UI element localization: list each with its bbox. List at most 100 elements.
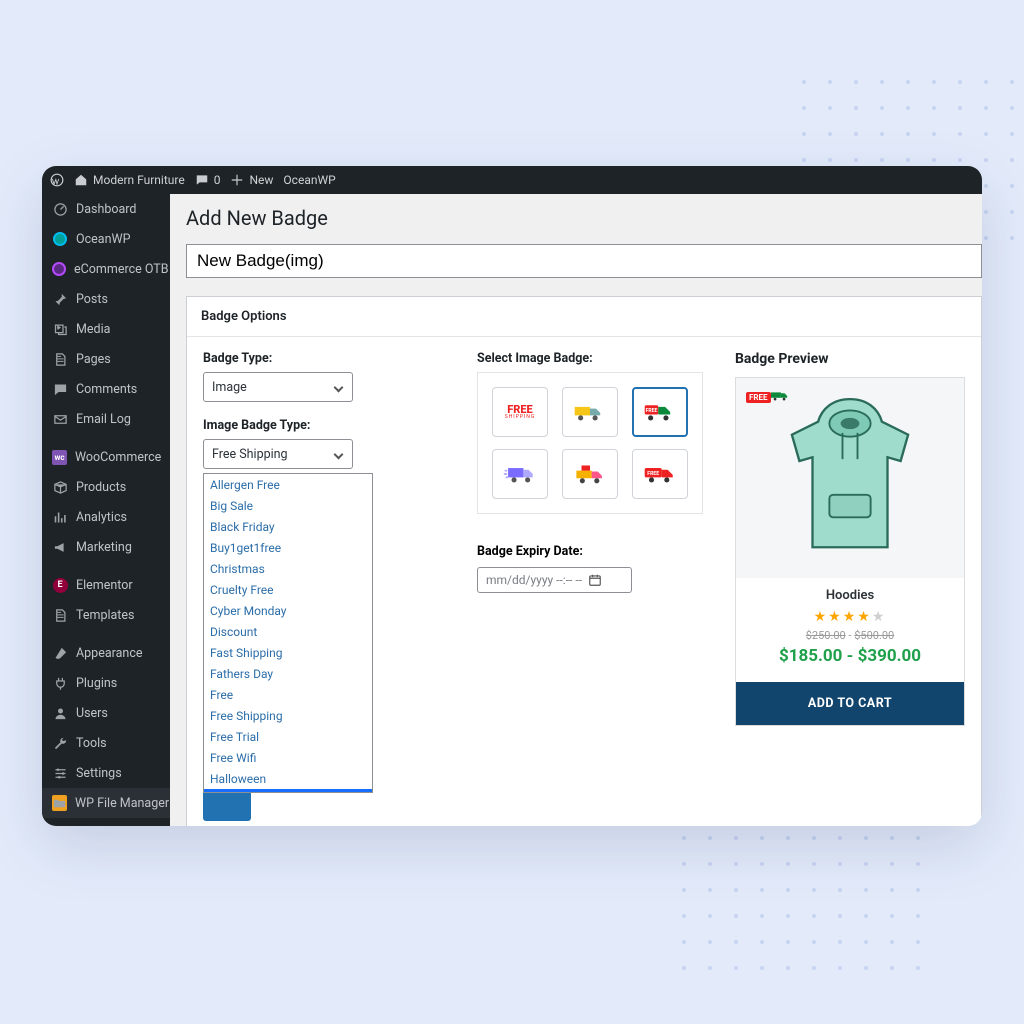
mail-icon <box>52 411 68 427</box>
dot-pattern-bottom <box>682 810 924 974</box>
sidebar-item-ecommerce-otb[interactable]: eCommerce OTB <box>42 254 170 284</box>
new-link[interactable]: New <box>230 173 273 187</box>
sidebar-item-label: Email Log <box>76 412 131 427</box>
sidebar-item-collapse-menu[interactable]: Collapse menu <box>42 818 170 826</box>
chevron-down-icon <box>334 382 344 392</box>
badge-image-option[interactable]: FREE <box>632 449 688 499</box>
sliders-icon <box>52 765 68 781</box>
badge-image-option[interactable]: FREE <box>632 387 688 437</box>
sidebar-item-wp-file-manager[interactable]: WP File Manager <box>42 788 170 818</box>
comments-link[interactable]: 0 <box>195 173 221 187</box>
elem-icon: E <box>52 577 68 593</box>
sidebar-item-label: Pages <box>76 352 111 367</box>
page-icon <box>52 607 68 623</box>
sidebar-item-elementor[interactable]: EElementor <box>42 570 170 600</box>
sidebar-item-templates[interactable]: Templates <box>42 600 170 630</box>
sidebar-item-products[interactable]: Products <box>42 472 170 502</box>
sidebar-item-tools[interactable]: Tools <box>42 728 170 758</box>
badge-type-select[interactable]: Image <box>203 372 353 402</box>
badge-image-option[interactable] <box>562 449 618 499</box>
sidebar-item-email-log[interactable]: Email Log <box>42 404 170 434</box>
expiry-label: Badge Expiry Date: <box>477 544 583 559</box>
comments-count: 0 <box>214 173 221 187</box>
badge-image-option[interactable] <box>562 387 618 437</box>
wc-icon: wc <box>52 449 67 465</box>
image-badge-type-select[interactable]: Free Shipping <box>203 439 353 469</box>
save-button[interactable] <box>203 789 251 821</box>
dropdown-option[interactable]: Free <box>204 684 372 705</box>
sidebar-item-settings[interactable]: Settings <box>42 758 170 788</box>
dropdown-option[interactable]: Discount <box>204 621 372 642</box>
dropdown-option[interactable]: Free Shipping <box>204 705 372 726</box>
badge-image-option[interactable]: FREESHIPPING <box>492 387 548 437</box>
expiry-date-input[interactable]: mm/dd/yyyy --:-- -- <box>477 567 632 593</box>
wp-logo-icon[interactable] <box>50 173 64 187</box>
image-badge-type-label: Image Badge Type: <box>203 418 453 433</box>
folder-icon <box>52 795 67 811</box>
svg-text:FREE: FREE <box>646 408 658 414</box>
chart-icon <box>52 509 68 525</box>
site-name-label: Modern Furniture <box>93 173 185 187</box>
sidebar-item-oceanwp[interactable]: OceanWP <box>42 224 170 254</box>
media-icon <box>52 321 68 337</box>
sidebar-item-users[interactable]: Users <box>42 698 170 728</box>
dropdown-option[interactable]: Fast Shipping <box>204 642 372 663</box>
dropdown-option[interactable]: Halloween <box>204 768 372 789</box>
sidebar-item-label: Products <box>76 480 126 495</box>
svg-text:FREE: FREE <box>647 471 659 477</box>
dropdown-option[interactable]: Free Wifi <box>204 747 372 768</box>
badge-type-label: Badge Type: <box>203 351 453 366</box>
sidebar-item-comments[interactable]: Comments <box>42 374 170 404</box>
sidebar-item-label: Users <box>76 706 108 721</box>
admin-sidebar: DashboardOceanWP eCommerce OTB PostsMedia P… <box>42 194 170 826</box>
sidebar-item-pages[interactable]: Pages <box>42 344 170 374</box>
dropdown-option[interactable]: Black Friday <box>204 516 372 537</box>
theme-link[interactable]: OceanWP <box>283 173 335 187</box>
sidebar-item-label: Appearance <box>76 646 143 661</box>
sidebar-item-label: Templates <box>76 608 134 623</box>
dropdown-option[interactable]: Buy1get1free <box>204 537 372 558</box>
star-icon: ★ <box>857 609 872 625</box>
star-icon: ★ <box>814 609 829 625</box>
sidebar-item-label: Comments <box>76 382 137 397</box>
user-icon <box>52 705 68 721</box>
image-badge-type-dropdown[interactable]: Allergen FreeBig SaleBlack FridayBuy1get… <box>203 473 373 793</box>
dropdown-option[interactable]: Free Trial <box>204 726 372 747</box>
pin-icon <box>52 291 68 307</box>
panel-heading: Badge Options <box>187 297 981 337</box>
site-name-link[interactable]: Modern Furniture <box>74 173 185 187</box>
preview-image-area: FREE <box>736 378 964 578</box>
ocean-icon <box>52 231 68 247</box>
dropdown-option[interactable]: Fathers Day <box>204 663 372 684</box>
dropdown-option[interactable]: Cruelty Free <box>204 579 372 600</box>
sidebar-item-label: WP File Manager <box>75 796 169 811</box>
sidebar-item-appearance[interactable]: Appearance <box>42 638 170 668</box>
admin-window: Modern Furniture 0 New OceanWP Dashboard… <box>42 166 982 826</box>
badge-title-input[interactable] <box>186 244 982 278</box>
sidebar-item-woocommerce[interactable]: wcWooCommerce <box>42 442 170 472</box>
content-area: Add New Badge Badge Options Badge Type: … <box>170 194 982 826</box>
sidebar-item-analytics[interactable]: Analytics <box>42 502 170 532</box>
badge-image-option[interactable] <box>492 449 548 499</box>
sidebar-item-plugins[interactable]: Plugins <box>42 668 170 698</box>
sidebar-item-dashboard[interactable]: Dashboard <box>42 194 170 224</box>
preview-badge-text: FREE <box>746 392 771 403</box>
sidebar-item-media[interactable]: Media <box>42 314 170 344</box>
ring-icon <box>52 261 66 277</box>
product-name: Hoodies <box>742 588 958 603</box>
badge-type-value: Image <box>212 380 247 395</box>
dropdown-option[interactable]: Cyber Monday <box>204 600 372 621</box>
badge-options-panel: Badge Options Badge Type: Image Image Ba… <box>186 296 982 826</box>
old-price: $250.00 - $500.00 <box>742 629 958 642</box>
preview-card: FREE <box>735 377 965 726</box>
dropdown-option[interactable]: Hot Deal <box>204 789 372 793</box>
dropdown-option[interactable]: Big Sale <box>204 495 372 516</box>
product-image <box>775 391 925 565</box>
sidebar-item-label: eCommerce OTB <box>74 262 169 277</box>
star-icon: ★ <box>828 609 843 625</box>
dropdown-option[interactable]: Allergen Free <box>204 474 372 495</box>
sidebar-item-posts[interactable]: Posts <box>42 284 170 314</box>
add-to-cart-button[interactable]: ADD TO CART <box>736 682 964 725</box>
dropdown-option[interactable]: Christmas <box>204 558 372 579</box>
sidebar-item-marketing[interactable]: Marketing <box>42 532 170 562</box>
